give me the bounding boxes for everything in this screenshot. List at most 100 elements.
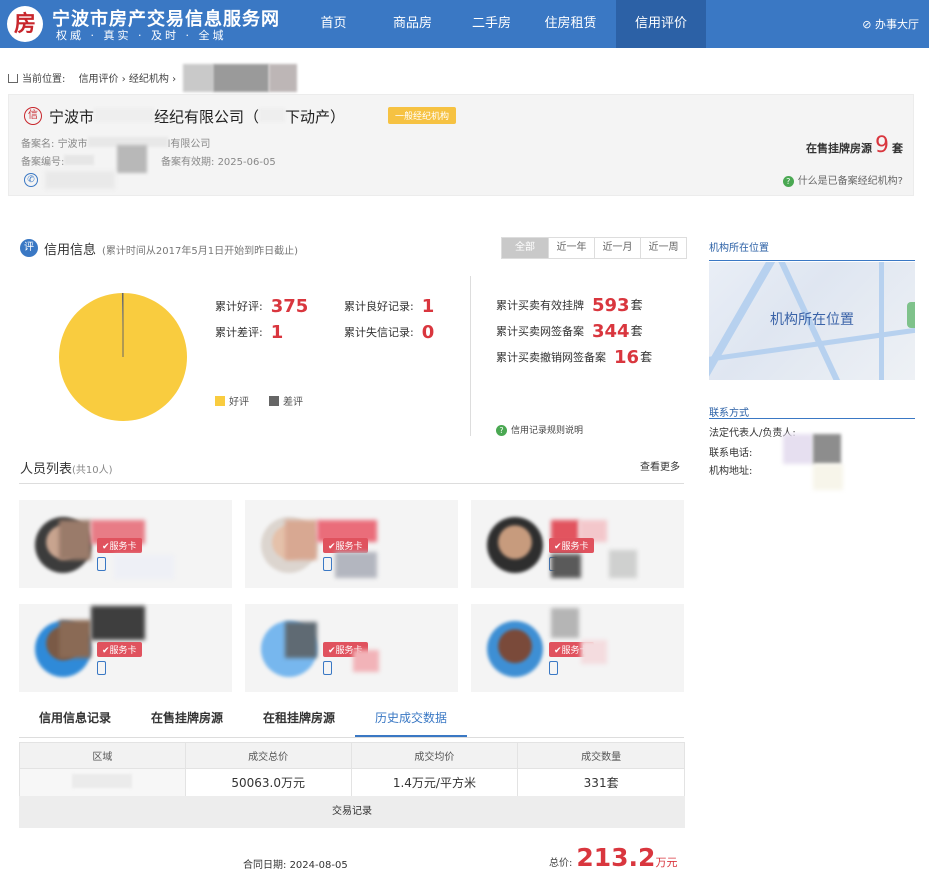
- stat-value: 1: [270, 322, 284, 343]
- record-name: 备案名: 宁波市 l有限公司: [21, 135, 210, 150]
- mobile-icon[interactable]: [323, 661, 332, 675]
- record-name-label: 备案名:: [21, 139, 55, 150]
- stat-label: 累计买卖撤销网签备案: [496, 351, 606, 364]
- legend-good: 好评: [215, 393, 249, 408]
- stat-revoked: 累计买卖撤销网签备案 16套: [496, 347, 652, 368]
- person-card[interactable]: ✔服务卡: [471, 604, 684, 692]
- person-card[interactable]: ✔服务卡: [19, 604, 232, 692]
- redacted-block: [285, 520, 317, 560]
- agency-card: 信 宁波市 经纪有限公司（ 下动产） 一般经纪机构 备案名: 宁波市 l有限公司 备案…: [8, 94, 914, 196]
- service-card-badge[interactable]: ✔服务卡: [549, 538, 594, 553]
- redacted-block: [335, 552, 377, 578]
- avatar: [487, 517, 543, 573]
- service-card-badge[interactable]: ✔服务卡: [97, 642, 142, 657]
- table-cell: 331套: [517, 768, 685, 797]
- what-is-registered-link[interactable]: ? 什么是已备案经纪机构?: [782, 172, 903, 187]
- tab-credit-records[interactable]: 信用信息记录: [19, 706, 131, 737]
- person-card[interactable]: ✔服务卡: [245, 604, 458, 692]
- rules-link-label: 信用记录规则说明: [511, 426, 584, 436]
- table-row: 50063.0万元 1.4万元/平方米 331套: [19, 768, 685, 797]
- stat-value: 593: [592, 295, 630, 316]
- column-header: 成交总价: [184, 742, 352, 769]
- time-range-tabs: 全部 近一年 近一月 近一周: [501, 237, 687, 259]
- legend-swatch-good: [215, 396, 225, 406]
- legend-bad-label: 差评: [283, 397, 303, 408]
- redacted-block: [581, 640, 607, 664]
- section-divider: [470, 276, 471, 436]
- breadcrumb-path[interactable]: 信用评价 › 经纪机构 ›: [79, 74, 177, 85]
- location-map[interactable]: 机构所在位置: [709, 262, 915, 380]
- nav-second-hand[interactable]: 二手房: [452, 0, 531, 48]
- nav-home[interactable]: 首页: [294, 0, 373, 48]
- credit-icon: 评: [20, 239, 38, 257]
- mobile-icon[interactable]: [97, 661, 106, 675]
- record-name-tail: l有限公司: [167, 139, 211, 150]
- redacted-block: [783, 434, 813, 464]
- table-header-row: 区域 成交总价 成交均价 成交数量: [19, 742, 685, 769]
- nav-new-homes[interactable]: 商品房: [373, 0, 452, 48]
- phone-icon[interactable]: ✆: [24, 173, 38, 187]
- redacted-block: [269, 64, 298, 92]
- stat-value: 0: [421, 322, 435, 343]
- valid-value: 2025-06-05: [217, 157, 276, 168]
- credit-seal-icon: 信: [24, 107, 42, 125]
- record-no-label: 备案编号:: [21, 157, 65, 168]
- divider: [709, 418, 915, 419]
- redacted-block: [91, 606, 145, 640]
- mobile-icon[interactable]: [323, 557, 332, 571]
- divider: [19, 483, 684, 484]
- redacted-block: [59, 520, 91, 560]
- listing-unit: 套: [892, 142, 903, 155]
- person-card[interactable]: ✔服务卡: [471, 500, 684, 588]
- redacted-block: [45, 171, 115, 189]
- nav-rental[interactable]: 住房租赁: [531, 0, 610, 48]
- mobile-icon[interactable]: [549, 661, 558, 675]
- person-card[interactable]: ✔服务卡: [245, 500, 458, 588]
- office-link[interactable]: ⊘ 办事大厅: [862, 16, 919, 32]
- home-icon: [8, 74, 18, 83]
- history-table: 区域 成交总价 成交均价 成交数量 50063.0万元 1.4万元/平方米 33…: [19, 742, 685, 797]
- rules-link[interactable]: ? 信用记录规则说明: [496, 423, 583, 436]
- redacted-block: [64, 155, 95, 165]
- nav-credit[interactable]: 信用评价: [616, 0, 706, 48]
- trade-records-header[interactable]: 交易记录: [19, 796, 685, 828]
- badge-label: 服务卡: [561, 542, 589, 552]
- redacted-block: [114, 555, 174, 579]
- total-value: 213.2: [576, 843, 656, 872]
- redacted-block: [551, 554, 581, 578]
- tab-last-year[interactable]: 近一年: [548, 238, 594, 258]
- view-more-link[interactable]: 查看更多: [640, 458, 680, 473]
- stat-label: 累计差评:: [215, 326, 263, 339]
- redacted-block: [94, 108, 155, 122]
- tab-sale-listings[interactable]: 在售挂牌房源: [131, 706, 243, 737]
- service-card-badge[interactable]: ✔服务卡: [323, 538, 368, 553]
- people-title: 人员列表(共10人): [20, 458, 113, 477]
- total-price: 总价: 213.2万元: [549, 843, 677, 872]
- stat-bad-reviews: 累计差评: 1: [215, 322, 283, 343]
- credit-title: 信用信息 (累计时间从2017年5月1日开始到昨日截止): [44, 239, 298, 258]
- detail-tabs: 信用信息记录 在售挂牌房源 在租挂牌房源 历史成交数据: [19, 706, 684, 738]
- tab-history[interactable]: 历史成交数据: [355, 706, 467, 737]
- compass-icon: ⊘: [862, 18, 872, 31]
- contract-date: 合同日期: 2024-08-05: [243, 856, 348, 871]
- tab-last-month[interactable]: 近一月: [594, 238, 640, 258]
- valid-date: 备案有效期: 2025-06-05: [161, 153, 276, 168]
- listing-label: 在售挂牌房源: [806, 142, 872, 155]
- site-logo[interactable]: 房: [7, 6, 43, 42]
- mobile-icon[interactable]: [97, 557, 106, 571]
- person-card[interactable]: ✔服务卡: [19, 500, 232, 588]
- redacted-block: [813, 434, 841, 464]
- redacted-block: [213, 64, 270, 92]
- service-card-badge[interactable]: ✔服务卡: [97, 538, 142, 553]
- table-cell: 50063.0万元: [184, 768, 352, 797]
- stat-value: 1: [421, 296, 435, 317]
- credit-icon-char: 评: [24, 242, 34, 253]
- redacted-block: [259, 108, 286, 122]
- tab-last-week[interactable]: 近一周: [640, 238, 686, 258]
- redacted-block: [285, 622, 317, 658]
- stat-good-reviews: 累计好评: 375: [215, 296, 308, 317]
- tab-rent-listings[interactable]: 在租挂牌房源: [243, 706, 355, 737]
- review-pie-chart: [59, 293, 187, 421]
- tab-all[interactable]: 全部: [502, 238, 548, 258]
- listing-count[interactable]: 在售挂牌房源 9 套: [806, 133, 903, 158]
